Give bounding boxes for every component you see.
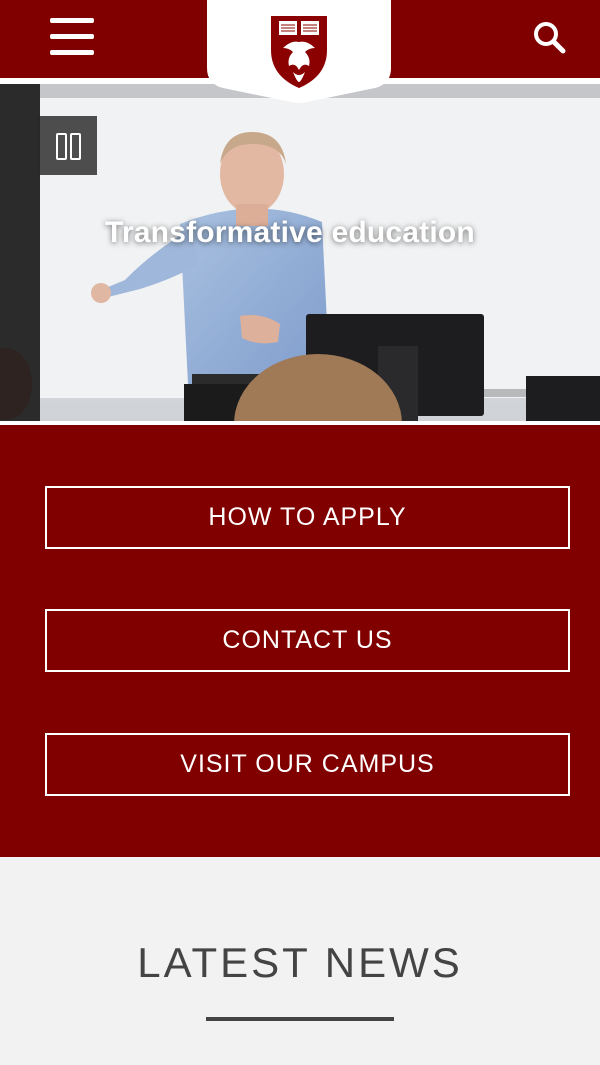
hamburger-menu-icon	[50, 18, 94, 23]
hero-caption: Transformative education	[105, 216, 475, 249]
hamburger-menu-icon-line	[50, 34, 94, 39]
cta-section: HOW TO APPLY CONTACT US VISIT OUR CAMPUS	[0, 425, 600, 857]
home-logo-link[interactable]	[207, 0, 391, 104]
university-shield-logo	[207, 0, 391, 103]
pause-icon-bar	[70, 133, 81, 160]
hamburger-menu-icon-line	[50, 50, 94, 55]
pause-video-button[interactable]	[38, 116, 97, 175]
heading-underline	[206, 1017, 394, 1021]
section-heading: LATEST NEWS	[137, 939, 463, 986]
contact-us-button[interactable]: CONTACT US	[45, 609, 570, 672]
menu-button[interactable]	[50, 18, 94, 56]
search-button[interactable]	[532, 20, 572, 60]
how-to-apply-button[interactable]: HOW TO APPLY	[45, 486, 570, 549]
pause-icon	[56, 133, 67, 160]
search-icon	[534, 22, 566, 54]
visit-campus-button[interactable]: VISIT OUR CAMPUS	[45, 733, 570, 796]
latest-news-section: LATEST NEWS	[0, 857, 600, 1065]
